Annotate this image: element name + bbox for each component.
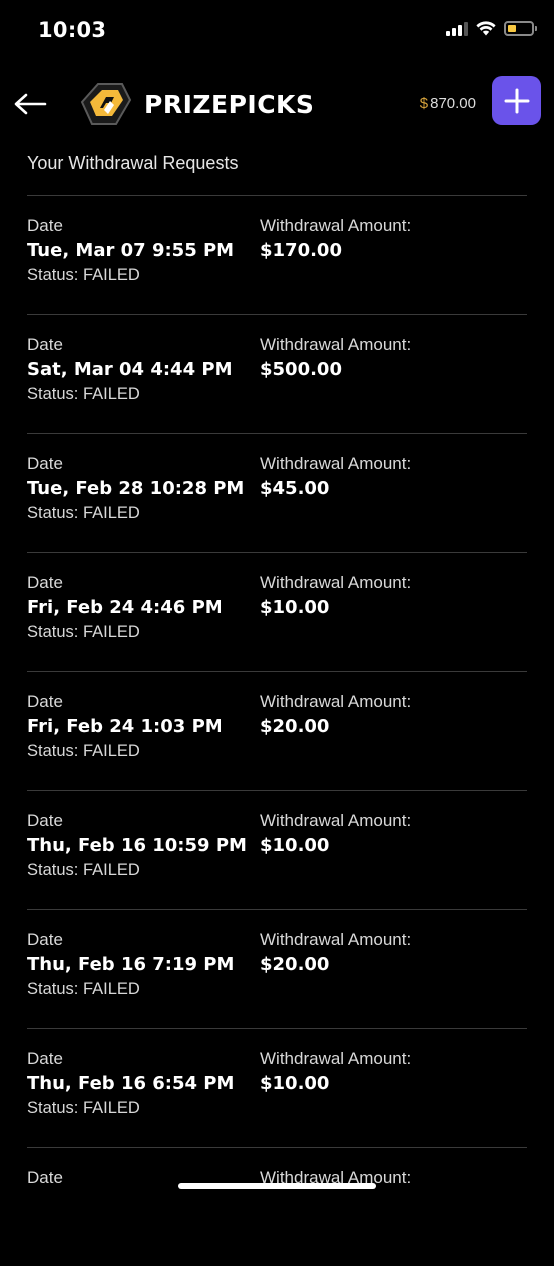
withdrawal-row[interactable]: Date Thu, Feb 16 10:59 PM Status: FAILED… — [27, 790, 527, 909]
date-label: Date — [27, 454, 63, 473]
withdrawal-row[interactable]: Date Tue, Feb 28 10:28 PM Status: FAILED… — [27, 433, 527, 552]
withdrawal-date: Sat, Mar 04 4:44 PM — [27, 359, 233, 380]
withdrawal-status: Status: FAILED — [27, 504, 140, 522]
amount-label: Withdrawal Amount: — [260, 335, 412, 354]
balance-amount: 870.00 — [430, 95, 476, 112]
date-label: Date — [27, 573, 63, 592]
withdrawal-status: Status: FAILED — [27, 980, 140, 998]
withdrawal-row[interactable]: Date Fri, Feb 24 4:46 PM Status: FAILED … — [27, 552, 527, 671]
amount-label: Withdrawal Amount: — [260, 573, 412, 592]
prizepicks-logo-icon — [80, 83, 132, 125]
withdrawal-amount: $10.00 — [260, 1073, 330, 1094]
prizepicks-logo[interactable]: PRIZEPICKS — [78, 80, 314, 128]
back-button[interactable] — [12, 86, 48, 122]
withdrawal-list: Date Tue, Mar 07 9:55 PM Status: FAILED … — [27, 195, 527, 1266]
withdrawal-date: Thu, Feb 16 10:59 PM — [27, 835, 247, 856]
status-icons — [446, 20, 537, 36]
date-label: Date — [27, 1049, 63, 1068]
date-label: Date — [27, 216, 63, 235]
withdrawal-row[interactable]: Date Thu, Feb 16 7:19 PM Status: FAILED … — [27, 909, 527, 1028]
withdrawal-status: Status: FAILED — [27, 861, 140, 879]
withdrawal-date: Tue, Feb 28 10:28 PM — [27, 478, 245, 499]
home-indicator[interactable] — [178, 1183, 376, 1189]
date-label: Date — [27, 811, 63, 830]
withdrawal-row[interactable]: Date Thu, Feb 16 6:54 PM Status: FAILED … — [27, 1028, 527, 1147]
amount-label: Withdrawal Amount: — [260, 454, 412, 473]
withdrawal-amount: $500.00 — [260, 359, 342, 380]
status-bar: 10:03 — [0, 0, 554, 60]
withdrawal-date: Thu, Feb 16 6:54 PM — [27, 1073, 235, 1094]
withdrawal-date: Thu, Feb 16 7:19 PM — [27, 954, 235, 975]
withdrawal-row-partial[interactable]: Date Withdrawal Amount: — [27, 1147, 527, 1266]
withdrawal-row[interactable]: Date Tue, Mar 07 9:55 PM Status: FAILED … — [27, 195, 527, 314]
date-label: Date — [27, 335, 63, 354]
withdrawal-amount: $20.00 — [260, 716, 330, 737]
brand-name: PRIZEPICKS — [144, 89, 315, 119]
withdrawal-status: Status: FAILED — [27, 385, 140, 403]
withdrawal-date: Fri, Feb 24 1:03 PM — [27, 716, 223, 737]
plus-icon — [504, 88, 529, 113]
app-header: PRIZEPICKS $870.00 — [0, 70, 554, 136]
withdrawal-status: Status: FAILED — [27, 742, 140, 760]
status-time: 10:03 — [38, 18, 107, 42]
page-title: Your Withdrawal Requests — [27, 153, 239, 173]
wifi-icon — [476, 20, 496, 35]
cellular-signal-icon — [446, 20, 468, 36]
amount-label: Withdrawal Amount: — [260, 811, 412, 830]
withdrawal-row[interactable]: Date Fri, Feb 24 1:03 PM Status: FAILED … — [27, 671, 527, 790]
withdrawal-date: Tue, Mar 07 9:55 PM — [27, 240, 235, 261]
withdrawal-amount: $45.00 — [260, 478, 330, 499]
amount-label: Withdrawal Amount: — [260, 930, 412, 949]
arrow-left-icon — [14, 93, 47, 115]
balance-currency: $ — [419, 95, 429, 112]
date-label: Date — [27, 930, 63, 949]
amount-label: Withdrawal Amount: — [260, 1049, 412, 1068]
add-funds-button[interactable] — [492, 76, 541, 125]
withdrawal-amount: $170.00 — [260, 240, 342, 261]
withdrawal-amount: $10.00 — [260, 597, 330, 618]
withdrawal-row[interactable]: Date Sat, Mar 04 4:44 PM Status: FAILED … — [27, 314, 527, 433]
date-label: Date — [27, 1168, 63, 1187]
withdrawal-status: Status: FAILED — [27, 266, 140, 284]
withdrawal-amount: $10.00 — [260, 835, 330, 856]
withdrawal-date: Fri, Feb 24 4:46 PM — [27, 597, 223, 618]
date-label: Date — [27, 692, 63, 711]
amount-label: Withdrawal Amount: — [260, 216, 412, 235]
withdrawal-status: Status: FAILED — [27, 623, 140, 641]
amount-label: Withdrawal Amount: — [260, 692, 412, 711]
withdrawal-amount: $20.00 — [260, 954, 330, 975]
withdrawal-status: Status: FAILED — [27, 1099, 140, 1117]
account-balance[interactable]: $870.00 — [420, 95, 476, 112]
battery-icon — [504, 20, 537, 36]
